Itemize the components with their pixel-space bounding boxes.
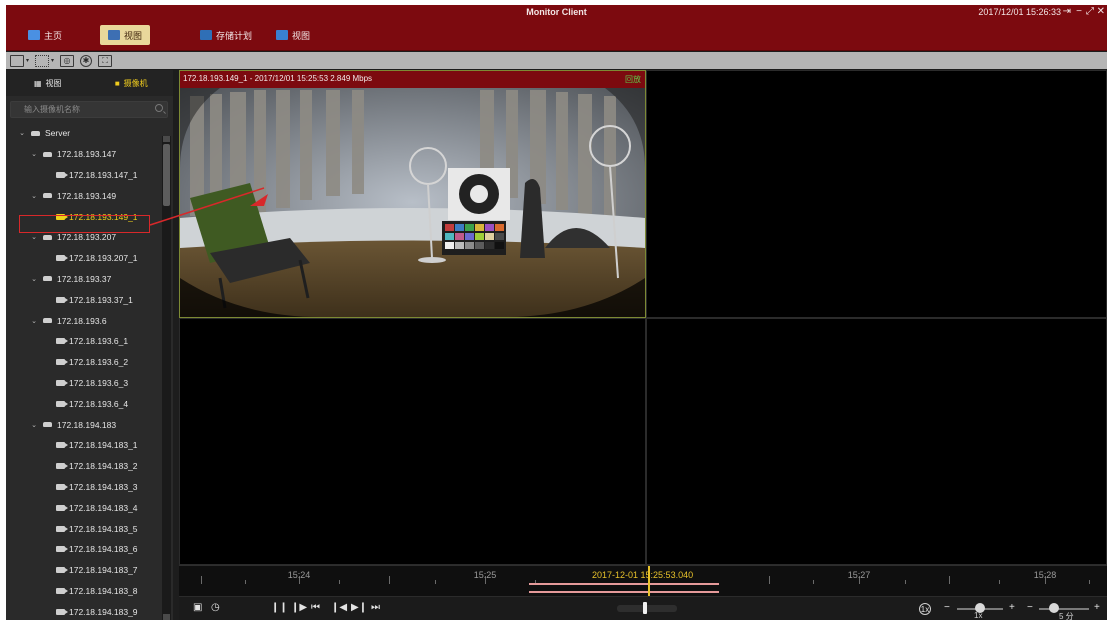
pause-icon[interactable]: ❙❙ — [271, 602, 288, 614]
timeline-tick — [769, 576, 770, 584]
speed-decrease-button[interactable]: − — [944, 602, 950, 614]
next-frame-icon[interactable]: ▶❙ — [351, 602, 367, 614]
timeline-cursor-label: 2017-12-01 15:25:53.040 — [592, 570, 694, 580]
recording-segment[interactable] — [529, 591, 719, 593]
timeline-label: 15:25 — [473, 570, 497, 580]
playback-controls: ▣ ◷ ❙❙ ❙▶ ⏮ ❙◀ ▶❙ ⏭ 1x − 1x + − 5 分 + — [179, 596, 1107, 620]
speed-badge[interactable]: 1x — [919, 603, 931, 615]
timeline-label: 15:24 — [287, 570, 311, 580]
recording-segment[interactable] — [529, 583, 719, 585]
timeline-zoom-out-button[interactable]: − — [1027, 602, 1033, 614]
timeline[interactable]: 15:24 15:25 15:27 15:28 2017-12-01 15:25… — [179, 565, 1107, 606]
speed-value-label: 1x — [974, 611, 983, 620]
timeline-tick — [999, 580, 1000, 584]
speed-increase-button[interactable]: + — [1009, 602, 1015, 614]
timeline-tick — [389, 576, 390, 584]
playback-speed-slider[interactable] — [617, 602, 677, 614]
timeline-zoom-knob[interactable] — [1049, 603, 1059, 613]
timeline-zoom-label: 5 分 — [1059, 612, 1074, 620]
timeline-tick — [245, 580, 246, 584]
timeline-tick — [905, 580, 906, 584]
prev-frame-icon[interactable]: ❙◀ — [331, 602, 347, 614]
timeline-zoom-track[interactable] — [1039, 608, 1089, 610]
timeline-tick — [201, 576, 202, 584]
speed-slider-knob[interactable] — [643, 602, 647, 614]
timeline-label: 15:27 — [847, 570, 871, 580]
clip-icon[interactable]: ▣ — [193, 602, 202, 614]
skip-forward-icon[interactable]: ⏭ — [371, 602, 380, 614]
timeline-tick — [949, 576, 950, 584]
step-forward-icon[interactable]: ❙▶ — [291, 602, 307, 614]
timeline-tick — [339, 580, 340, 584]
skip-back-icon[interactable]: ⏮ — [311, 602, 320, 614]
timeline-tick — [813, 580, 814, 584]
timeline-zoom-in-button[interactable]: + — [1094, 602, 1100, 614]
timeline-label: 15:28 — [1033, 570, 1057, 580]
clock-icon[interactable]: ◷ — [211, 602, 220, 614]
annotation-arrow — [149, 187, 265, 226]
monitor-client-window: Monitor Client 2017/12/01 15:26:33 ⇥ − ⤢… — [6, 5, 1107, 620]
timeline-tick — [1089, 580, 1090, 584]
timeline-tick — [435, 580, 436, 584]
